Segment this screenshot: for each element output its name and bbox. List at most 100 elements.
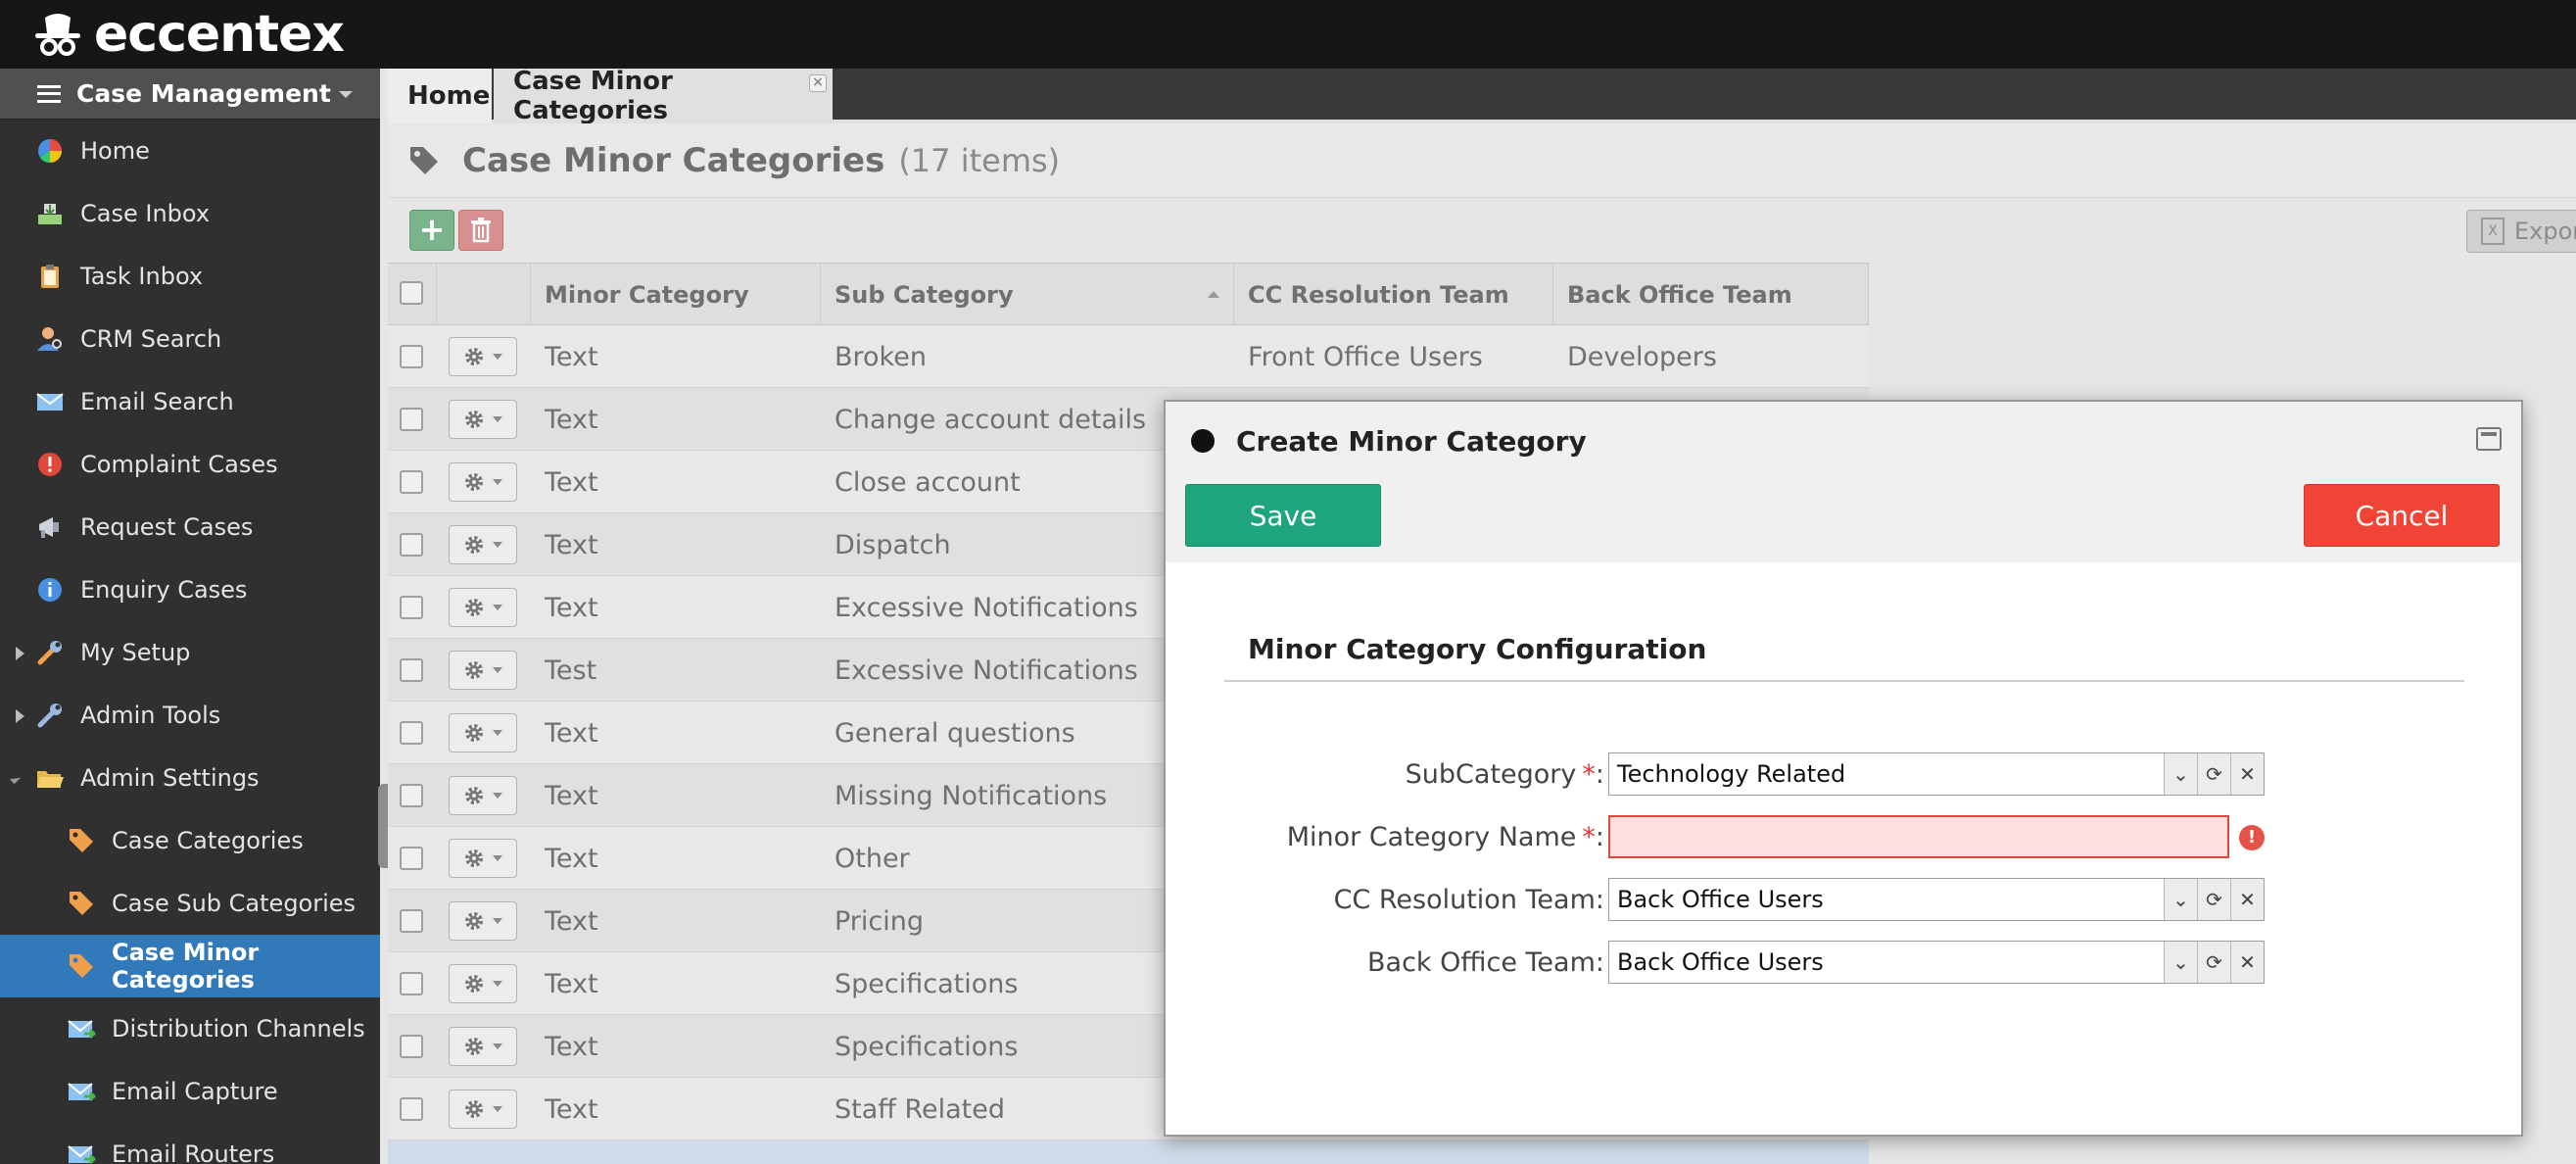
- sidebar-item-complaint-cases[interactable]: Complaint Cases: [0, 433, 380, 496]
- row-actions-button[interactable]: [449, 776, 517, 815]
- sidebar-item-my-setup[interactable]: My Setup: [0, 621, 380, 684]
- megaphone-icon: [35, 512, 65, 542]
- delete-button[interactable]: [458, 210, 503, 251]
- folder-open-icon: [35, 763, 65, 793]
- row-checkbox[interactable]: [400, 596, 423, 619]
- sidebar-item-label: Home: [80, 137, 150, 165]
- expand-arrow-icon[interactable]: [16, 709, 24, 723]
- row-checkbox[interactable]: [400, 721, 423, 745]
- table-row[interactable]: Text Broken Front Office Users Developers: [388, 325, 1869, 388]
- row-checkbox[interactable]: [400, 784, 423, 807]
- row-actions-button[interactable]: [449, 901, 517, 941]
- cc-resolution-team-combo[interactable]: Back Office Users ⌄ ⟳ ✕: [1608, 878, 2265, 921]
- sidebar-item-home[interactable]: Home: [0, 120, 380, 182]
- sidebar-item-label: CRM Search: [80, 325, 222, 353]
- clear-icon[interactable]: ✕: [2230, 753, 2264, 795]
- dialog-title-bar[interactable]: Create Minor Category: [1166, 402, 2521, 480]
- tag-icon: [67, 826, 96, 855]
- row-actions-button[interactable]: [449, 651, 517, 690]
- module-selector[interactable]: Case Management: [0, 69, 380, 120]
- cell-minor-category: Text: [545, 466, 598, 498]
- row-actions-button[interactable]: [449, 964, 517, 1003]
- label-colon: :: [1595, 821, 1604, 852]
- expand-arrow-icon[interactable]: [16, 647, 24, 660]
- clear-icon[interactable]: ✕: [2230, 879, 2264, 920]
- sidebar-item-label: Case Categories: [112, 827, 304, 854]
- eccentex-logo[interactable]: eccentex: [31, 4, 345, 65]
- sidebar-item-crm-search[interactable]: CRM Search: [0, 308, 380, 370]
- row-actions-button[interactable]: [449, 1090, 517, 1129]
- maximize-icon[interactable]: [2476, 427, 2502, 451]
- sidebar-item-request-cases[interactable]: Request Cases: [0, 496, 380, 558]
- envelope-icon: [35, 387, 65, 416]
- cell-sub-category: Broken: [835, 341, 927, 372]
- collapse-arrow-icon[interactable]: [9, 772, 22, 785]
- sidebar-item-admin-settings[interactable]: Admin Settings: [0, 747, 380, 809]
- column-header-label: Minor Category: [545, 281, 749, 309]
- column-header-sub-category[interactable]: Sub Category: [821, 264, 1234, 326]
- sidebar-item-email-routers[interactable]: Email Routers: [0, 1123, 380, 1164]
- sidebar-item-task-inbox[interactable]: Task Inbox: [0, 245, 380, 308]
- row-actions-button[interactable]: [449, 713, 517, 752]
- column-header-minor-category[interactable]: Minor Category: [531, 264, 821, 326]
- column-header-back-office-team[interactable]: Back Office Team: [1553, 264, 1869, 326]
- gear-icon: [465, 1100, 483, 1118]
- sidebar-item-case-categories[interactable]: Case Categories: [0, 809, 380, 872]
- row-checkbox[interactable]: [400, 658, 423, 682]
- sidebar-item-distribution-channels[interactable]: Distribution Channels: [0, 997, 380, 1060]
- chevron-down-icon: [493, 479, 502, 485]
- back-office-team-combo[interactable]: Back Office Users ⌄ ⟳ ✕: [1608, 941, 2265, 984]
- row-actions-button[interactable]: [449, 400, 517, 439]
- row-checkbox[interactable]: [400, 533, 423, 557]
- chevron-down-icon[interactable]: ⌄: [2164, 753, 2197, 795]
- row-checkbox[interactable]: [400, 847, 423, 870]
- sidebar-item-admin-tools[interactable]: Admin Tools: [0, 684, 380, 747]
- cell-minor-category: Text: [545, 968, 598, 999]
- chevron-down-icon: [493, 542, 502, 548]
- cancel-button[interactable]: Cancel: [2304, 484, 2500, 547]
- chevron-down-icon: [493, 855, 502, 861]
- select-all-checkbox[interactable]: [400, 281, 423, 305]
- column-header-cc-resolution-team[interactable]: CC Resolution Team: [1234, 264, 1553, 326]
- save-button[interactable]: Save: [1185, 484, 1381, 547]
- row-checkbox[interactable]: [400, 408, 423, 431]
- sidebar-item-case-inbox[interactable]: Case Inbox: [0, 182, 380, 245]
- row-checkbox[interactable]: [400, 470, 423, 494]
- row-actions-button[interactable]: [449, 462, 517, 502]
- add-button[interactable]: +: [409, 210, 454, 251]
- refresh-icon[interactable]: ⟳: [2197, 879, 2230, 920]
- row-checkbox[interactable]: [400, 909, 423, 933]
- sidebar-item-email-search[interactable]: Email Search: [0, 370, 380, 433]
- sidebar-item-case-sub-categories[interactable]: Case Sub Categories: [0, 872, 380, 935]
- sidebar-item-email-capture[interactable]: Email Capture: [0, 1060, 380, 1123]
- row-actions-button[interactable]: [449, 337, 517, 376]
- error-icon: !: [2239, 825, 2265, 850]
- row-checkbox[interactable]: [400, 1035, 423, 1058]
- sidebar-item-enquiry-cases[interactable]: Enquiry Cases: [0, 558, 380, 621]
- selected-row-partial[interactable]: [388, 1140, 1869, 1164]
- tab-case-minor-categories[interactable]: Case Minor Categories ×: [494, 67, 833, 125]
- row-actions-button[interactable]: [449, 588, 517, 627]
- row-checkbox[interactable]: [400, 345, 423, 368]
- back-office-team-label: Back Office Team:: [1367, 946, 1604, 978]
- cc-resolution-team-row: CC Resolution Team: Back Office Users ⌄ …: [1166, 876, 2525, 923]
- tab-home[interactable]: Home: [388, 69, 492, 123]
- refresh-icon[interactable]: ⟳: [2197, 942, 2230, 983]
- section-title: Minor Category Configuration: [1248, 633, 1707, 665]
- export-button[interactable]: X Export: [2466, 210, 2576, 253]
- row-actions-button[interactable]: [449, 525, 517, 564]
- close-tab-icon[interactable]: ×: [809, 74, 827, 92]
- minor-category-name-input[interactable]: [1608, 815, 2229, 858]
- cell-minor-category: Text: [545, 905, 598, 937]
- sidebar-item-case-minor-categories[interactable]: Case Minor Categories: [0, 935, 380, 997]
- row-checkbox[interactable]: [400, 1097, 423, 1121]
- back-office-team-value: Back Office Users: [1617, 948, 1824, 976]
- chevron-down-icon[interactable]: ⌄: [2164, 879, 2197, 920]
- row-actions-button[interactable]: [449, 1027, 517, 1066]
- subcategory-combo[interactable]: Technology Related ⌄ ⟳ ✕: [1608, 752, 2265, 796]
- clear-icon[interactable]: ✕: [2230, 942, 2264, 983]
- row-checkbox[interactable]: [400, 972, 423, 995]
- chevron-down-icon[interactable]: ⌄: [2164, 942, 2197, 983]
- refresh-icon[interactable]: ⟳: [2197, 753, 2230, 795]
- row-actions-button[interactable]: [449, 839, 517, 878]
